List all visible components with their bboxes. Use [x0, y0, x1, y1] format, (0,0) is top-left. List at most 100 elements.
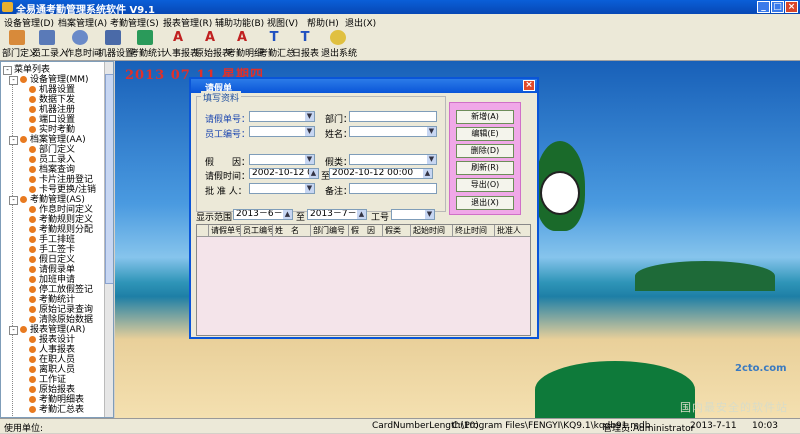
column-header[interactable]: 批准人	[495, 225, 530, 236]
emp-no-select[interactable]: ▼	[249, 126, 315, 137]
remark-input[interactable]	[349, 183, 437, 194]
collapse-icon: -	[9, 326, 18, 335]
folder-icon	[20, 326, 27, 333]
column-header[interactable]: 终止时间	[453, 225, 495, 236]
chevron-down-icon: ▼	[427, 127, 436, 136]
range-to-input[interactable]: 2013－7－31 ▲	[307, 209, 367, 220]
close-button[interactable]: ×	[785, 1, 798, 13]
name-select[interactable]: ▼	[349, 126, 437, 137]
emp-filter-select[interactable]: ▼	[391, 209, 435, 220]
item-icon	[29, 366, 36, 373]
dialog-titlebar: 请假单 ×	[191, 79, 537, 94]
menu-tree: - 菜单列表 - 设备管理(MM) 机器设置 数据下发 机器注册 端口设置 实时考勤…	[0, 61, 114, 418]
column-header[interactable]: 假类	[383, 225, 411, 236]
item-icon	[29, 86, 36, 93]
column-header[interactable]: 姓 名	[273, 225, 311, 236]
toolbar: 部门定义 员工录入 作息时间 机器设置 考勤统计 A 人事报表 A 原始报表 A…	[0, 28, 800, 61]
spin-icon: ▲	[357, 210, 366, 219]
add-button[interactable]: 新增(A)	[456, 110, 514, 124]
toolbar-hr-report-button[interactable]: A 人事报表	[163, 30, 199, 59]
exit-icon	[330, 30, 346, 45]
column-header[interactable]: 员工编号	[241, 225, 273, 236]
item-icon	[29, 346, 36, 353]
report-icon: A	[172, 30, 184, 45]
dept-label: 部门：	[325, 115, 353, 125]
item-icon	[29, 336, 36, 343]
toolbar-machine-button[interactable]: 机器设置	[98, 30, 134, 59]
item-icon	[29, 176, 36, 183]
machine-icon	[105, 30, 121, 45]
status-time: 10:03	[752, 421, 778, 431]
leave-table[interactable]: 请假单号 员工编号 姓 名 部门编号 假 因 假类 起始时间 终止时间 批准人	[196, 224, 531, 336]
tree-scrollbar[interactable]	[104, 62, 113, 417]
range-from-input[interactable]: 2013－6－1 ▲	[233, 209, 293, 220]
tree-leaf[interactable]: 考勤汇总表	[29, 405, 84, 416]
item-icon	[29, 286, 36, 293]
edit-button[interactable]: 编辑(E)	[456, 127, 514, 141]
end-time-input[interactable]: 2002-10-12 00:00 ▲	[329, 168, 433, 179]
item-icon	[29, 216, 36, 223]
collapse-icon: -	[9, 136, 18, 145]
leave-no-select[interactable]: ▼	[249, 111, 315, 122]
text-icon: T	[269, 30, 279, 45]
window-titlebar: 全易通考勤管理系统软件 V9.1 _ □ ×	[0, 0, 800, 16]
scrollbar-thumb[interactable]	[105, 74, 113, 284]
leave-time-label: 请假时间：	[205, 172, 251, 182]
item-icon	[29, 156, 36, 163]
leave-type-select[interactable]: ▼	[349, 154, 437, 165]
report-icon: A	[204, 30, 216, 45]
status-bar: 使用单位: CardNumberLength(10) C:\Program Fi…	[0, 418, 800, 434]
app-logo-icon	[2, 2, 13, 12]
item-icon	[29, 256, 36, 263]
chevron-down-icon: ▼	[427, 155, 436, 164]
chart-icon	[137, 30, 153, 45]
item-icon	[29, 106, 36, 113]
toolbar-employee-button[interactable]: 员工录入	[32, 30, 68, 59]
toolbar-dept-button[interactable]: 部门定义	[2, 30, 38, 59]
column-header[interactable]: 起始时间	[411, 225, 453, 236]
export-button[interactable]: 导出(O)	[456, 178, 514, 192]
toolbar-detail-button[interactable]: A 考勤明细	[227, 30, 263, 59]
report-icon: A	[236, 30, 248, 45]
delete-button[interactable]: 删除(D)	[456, 144, 514, 158]
item-icon	[29, 316, 36, 323]
status-date: 2013-7-11	[690, 421, 737, 431]
exit-button[interactable]: 退出(X)	[456, 196, 514, 210]
form-group: 填写资料 请假单号： ▼ 部门： 员工编号： ▼ 姓名： ▼ 假 因： ▼ 假类…	[196, 91, 446, 212]
status-unit: 使用单位:	[4, 424, 44, 434]
toolbar-stats-button[interactable]: 考勤统计	[130, 30, 166, 59]
item-icon	[29, 396, 36, 403]
minimize-button[interactable]: _	[757, 1, 770, 13]
toolbar-schedule-button[interactable]: 作息时间	[65, 30, 101, 59]
range-to-label: 至	[296, 213, 306, 223]
reason-select[interactable]: ▼	[249, 154, 315, 165]
toolbar-raw-report-button[interactable]: A 原始报表	[195, 30, 231, 59]
item-icon	[29, 116, 36, 123]
start-time-input[interactable]: 2002-10-12 00:00▲	[249, 168, 319, 179]
item-icon	[29, 406, 36, 413]
approver-select[interactable]: ▼	[249, 183, 315, 194]
maximize-button[interactable]: □	[771, 1, 784, 13]
group-title: 填写资料	[201, 91, 242, 104]
toolbar-summary-button[interactable]: T 考勤汇总	[259, 30, 295, 59]
leave-type-label: 假类：	[325, 158, 353, 168]
chevron-down-icon: ▼	[305, 184, 314, 193]
item-icon	[29, 306, 36, 313]
reason-label: 假 因：	[205, 158, 251, 168]
column-header[interactable]: 假 因	[349, 225, 383, 236]
refresh-button[interactable]: 刷新(R)	[456, 161, 514, 175]
dept-input[interactable]	[349, 111, 437, 122]
spin-icon: ▲	[423, 169, 432, 178]
folder-icon	[20, 136, 27, 143]
column-header[interactable]: 部门编号	[311, 225, 349, 236]
island-decor	[635, 261, 775, 291]
leave-request-dialog: 请假单 × 填写资料 请假单号： ▼ 部门： 员工编号： ▼ 姓名： ▼ 假 因…	[189, 77, 539, 339]
dialog-close-icon[interactable]: ×	[523, 80, 535, 91]
menu-bar: 设备管理(D) 档案管理(A) 考勤管理(S) 报表管理(R) 辅助功能(B) …	[0, 14, 800, 29]
toolbar-exit-button[interactable]: 退出系统	[321, 30, 357, 59]
toolbar-daily-button[interactable]: T 日报表	[292, 30, 319, 59]
panda-mascot-decor	[540, 171, 580, 215]
chevron-down-icon: ▼	[305, 112, 314, 121]
column-header[interactable]: 请假单号	[209, 225, 241, 236]
watermark-site: 2cto.com	[735, 363, 787, 374]
